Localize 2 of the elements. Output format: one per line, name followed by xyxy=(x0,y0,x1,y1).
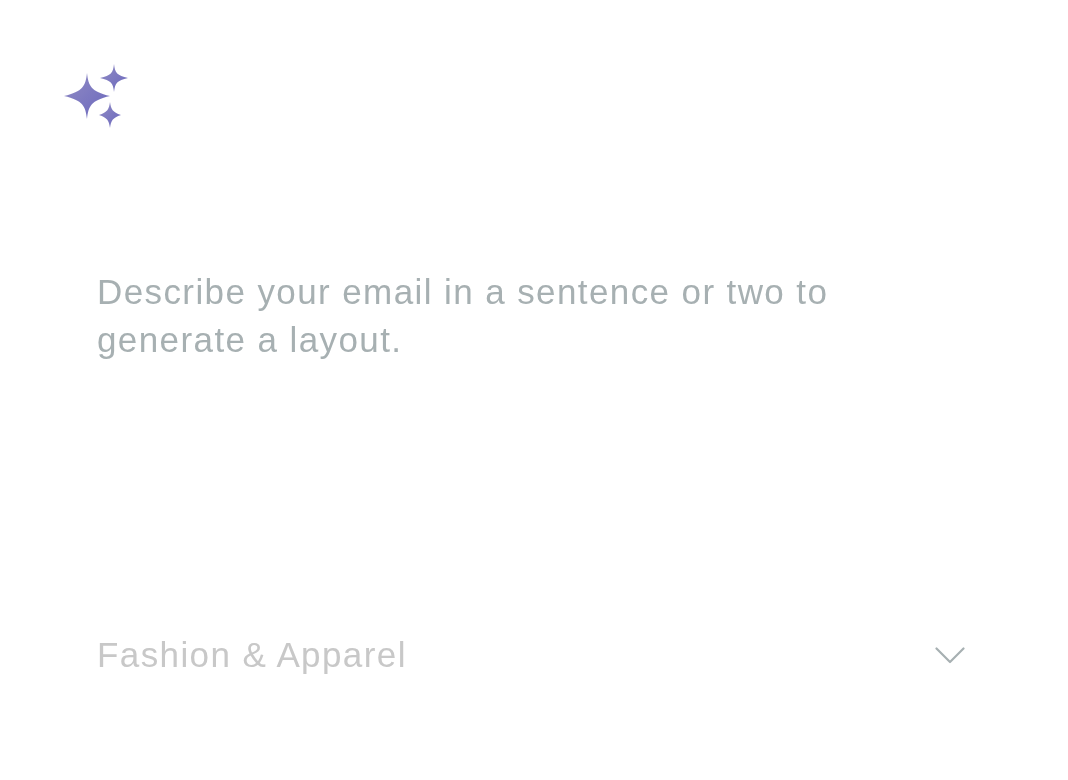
sparkle-icon xyxy=(64,64,129,128)
prompt-field[interactable]: Describe your email in a sentence or two to generate a layout. xyxy=(97,268,887,378)
